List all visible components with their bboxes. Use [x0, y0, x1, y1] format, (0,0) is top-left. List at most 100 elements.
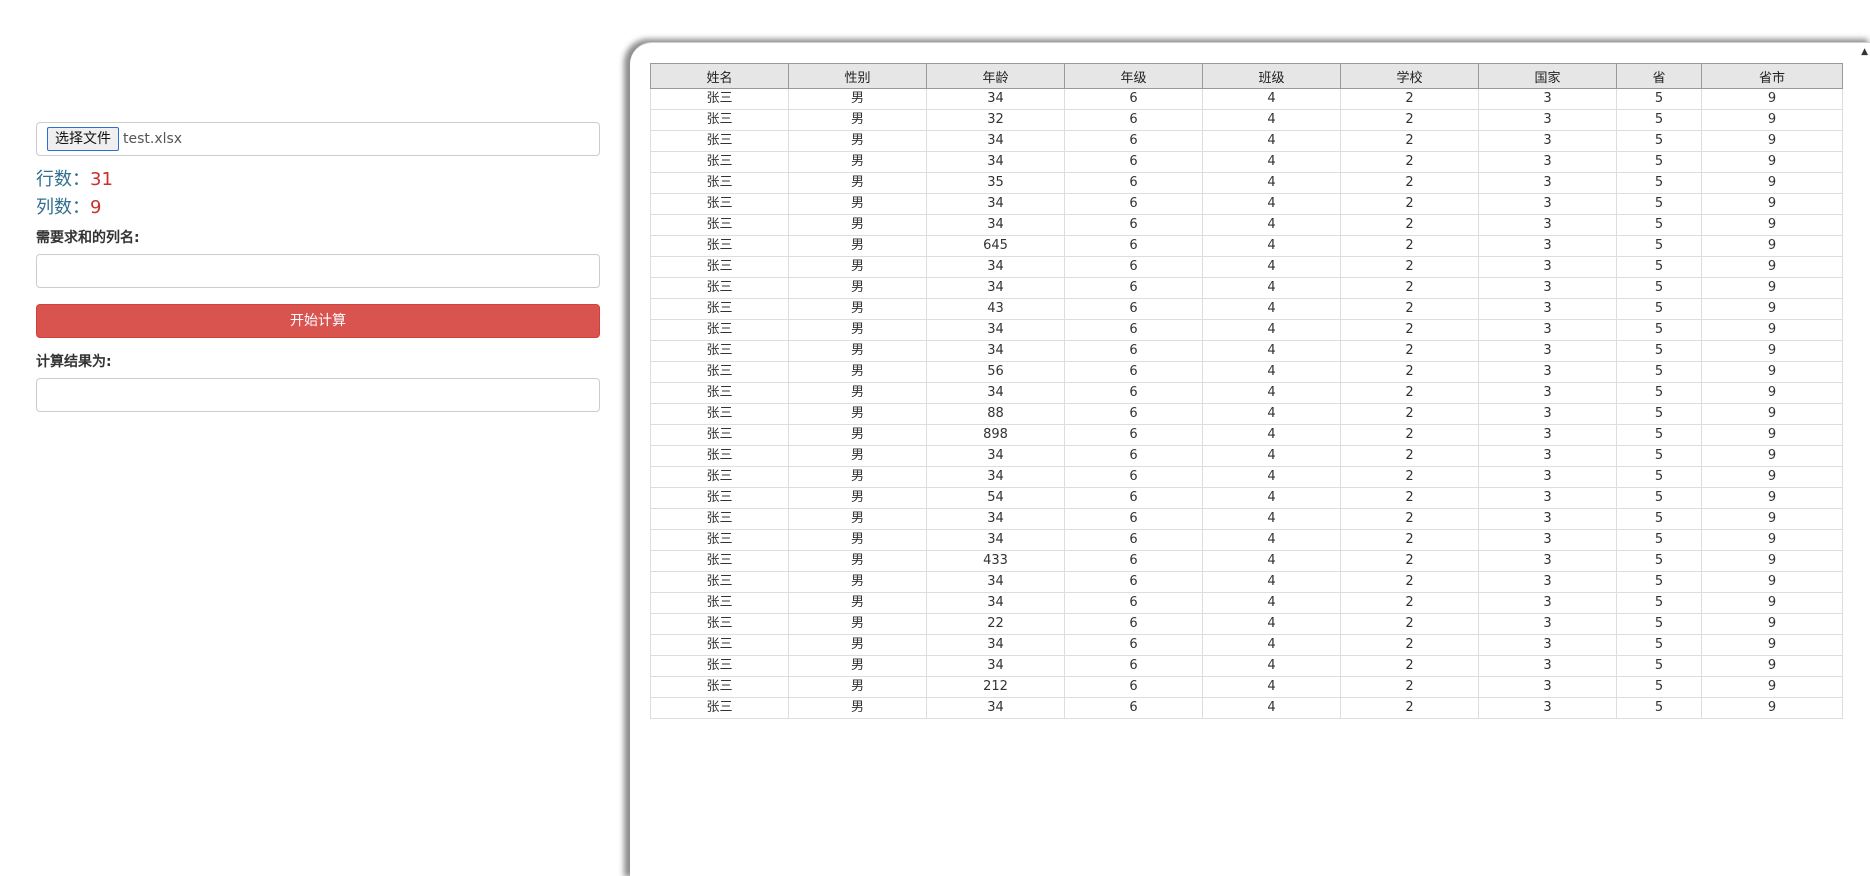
table-row: 张三男 433 6 4 2 3 5 9	[650, 550, 1843, 572]
table-cell: 5	[1616, 403, 1702, 425]
table-cell: 男	[788, 214, 927, 236]
file-input[interactable]: 选择文件 test.xlsx	[36, 122, 600, 156]
table-cell: 898	[926, 424, 1065, 446]
table-cell: 3	[1478, 697, 1617, 719]
table-cell: 6	[1064, 298, 1203, 320]
result-output[interactable]	[36, 378, 600, 412]
table-cell: 6	[1064, 676, 1203, 698]
table-cell: 6	[1064, 445, 1203, 467]
table-cell: 5	[1616, 550, 1702, 572]
table-row: 张三男 34 6 4 2 3 5 9	[650, 508, 1843, 530]
table-cell: 6	[1064, 361, 1203, 383]
table-cell: 9	[1701, 235, 1843, 257]
table-cell: 34	[926, 697, 1065, 719]
table-cell: 6	[1064, 256, 1203, 278]
table-cell: 2	[1340, 550, 1479, 572]
table-cell: 3	[1478, 151, 1617, 173]
table-cell: 34	[926, 529, 1065, 551]
table-row: 张三男 88 6 4 2 3 5 9	[650, 403, 1843, 425]
table-cell: 张三	[650, 634, 789, 656]
table-cell: 2	[1340, 235, 1479, 257]
table-cell: 2	[1340, 571, 1479, 593]
table-cell: 2	[1340, 172, 1479, 194]
table-cell: 34	[926, 277, 1065, 299]
table-cell: 6	[1064, 193, 1203, 215]
table-cell: 6	[1064, 382, 1203, 404]
table-cell: 3	[1478, 655, 1617, 677]
table-cell: 3	[1478, 340, 1617, 362]
table-cell: 3	[1478, 277, 1617, 299]
table-cell: 男	[788, 466, 927, 488]
column-header: 省	[1616, 63, 1702, 89]
table-cell: 男	[788, 655, 927, 677]
table-cell: 56	[926, 361, 1065, 383]
table-cell: 2	[1340, 634, 1479, 656]
table-cell: 6	[1064, 550, 1203, 572]
table-cell: 34	[926, 655, 1065, 677]
table-cell: 2	[1340, 193, 1479, 215]
data-table: 姓名 性别 年龄 年级 班级 学校 国家省省市 张三男 34 6 4 2 3 5 9 张三男 32 6 4 2 3 5 9…	[650, 63, 1843, 719]
table-cell: 6	[1064, 571, 1203, 593]
table-cell: 9	[1701, 109, 1843, 131]
table-cell: 4	[1202, 424, 1341, 446]
table-cell: 2	[1340, 277, 1479, 299]
table-cell: 9	[1701, 445, 1843, 467]
table-cell: 6	[1064, 466, 1203, 488]
table-cell: 4	[1202, 88, 1341, 110]
table-cell: 9	[1701, 634, 1843, 656]
table-cell: 张三	[650, 445, 789, 467]
table-cell: 2	[1340, 613, 1479, 635]
sum-column-input[interactable]	[36, 254, 600, 288]
row-count-label: 行数：	[36, 169, 90, 190]
table-cell: 2	[1340, 382, 1479, 404]
table-cell: 张三	[650, 193, 789, 215]
table-cell: 2	[1340, 130, 1479, 152]
table-cell: 34	[926, 130, 1065, 152]
table-cell: 男	[788, 592, 927, 614]
table-cell: 34	[926, 340, 1065, 362]
table-cell: 张三	[650, 529, 789, 551]
table-cell: 4	[1202, 340, 1341, 362]
table-cell: 2	[1340, 361, 1479, 383]
table-cell: 张三	[650, 550, 789, 572]
table-cell: 4	[1202, 277, 1341, 299]
selected-file-name: test.xlsx	[123, 131, 183, 147]
table-cell: 6	[1064, 529, 1203, 551]
table-cell: 9	[1701, 151, 1843, 173]
table-cell: 5	[1616, 676, 1702, 698]
table-cell: 张三	[650, 298, 789, 320]
table-cell: 22	[926, 613, 1065, 635]
start-calculate-button[interactable]: 开始计算	[36, 304, 600, 338]
table-cell: 2	[1340, 340, 1479, 362]
table-cell: 男	[788, 319, 927, 341]
table-cell: 4	[1202, 508, 1341, 530]
table-cell: 54	[926, 487, 1065, 509]
table-cell: 3	[1478, 529, 1617, 551]
table-cell: 5	[1616, 256, 1702, 278]
table-cell: 6	[1064, 634, 1203, 656]
table-cell: 2	[1340, 319, 1479, 341]
table-cell: 2	[1340, 88, 1479, 110]
choose-file-button[interactable]: 选择文件	[47, 127, 119, 151]
table-cell: 34	[926, 193, 1065, 215]
table-cell: 9	[1701, 193, 1843, 215]
table-cell: 4	[1202, 214, 1341, 236]
table-cell: 3	[1478, 676, 1617, 698]
table-cell: 3	[1478, 382, 1617, 404]
row-count-value: 31	[90, 169, 113, 190]
scroll-up-icon[interactable]: ▲	[1861, 47, 1868, 57]
table-cell: 34	[926, 466, 1065, 488]
table-cell: 4	[1202, 235, 1341, 257]
table-cell: 4	[1202, 172, 1341, 194]
table-cell: 5	[1616, 277, 1702, 299]
table-cell: 3	[1478, 298, 1617, 320]
table-cell: 4	[1202, 655, 1341, 677]
table-cell: 9	[1701, 592, 1843, 614]
table-cell: 5	[1616, 529, 1702, 551]
table-cell: 3	[1478, 235, 1617, 257]
table-cell: 2	[1340, 592, 1479, 614]
table-cell: 9	[1701, 340, 1843, 362]
table-cell: 4	[1202, 130, 1341, 152]
table-cell: 9	[1701, 655, 1843, 677]
table-cell: 9	[1701, 466, 1843, 488]
